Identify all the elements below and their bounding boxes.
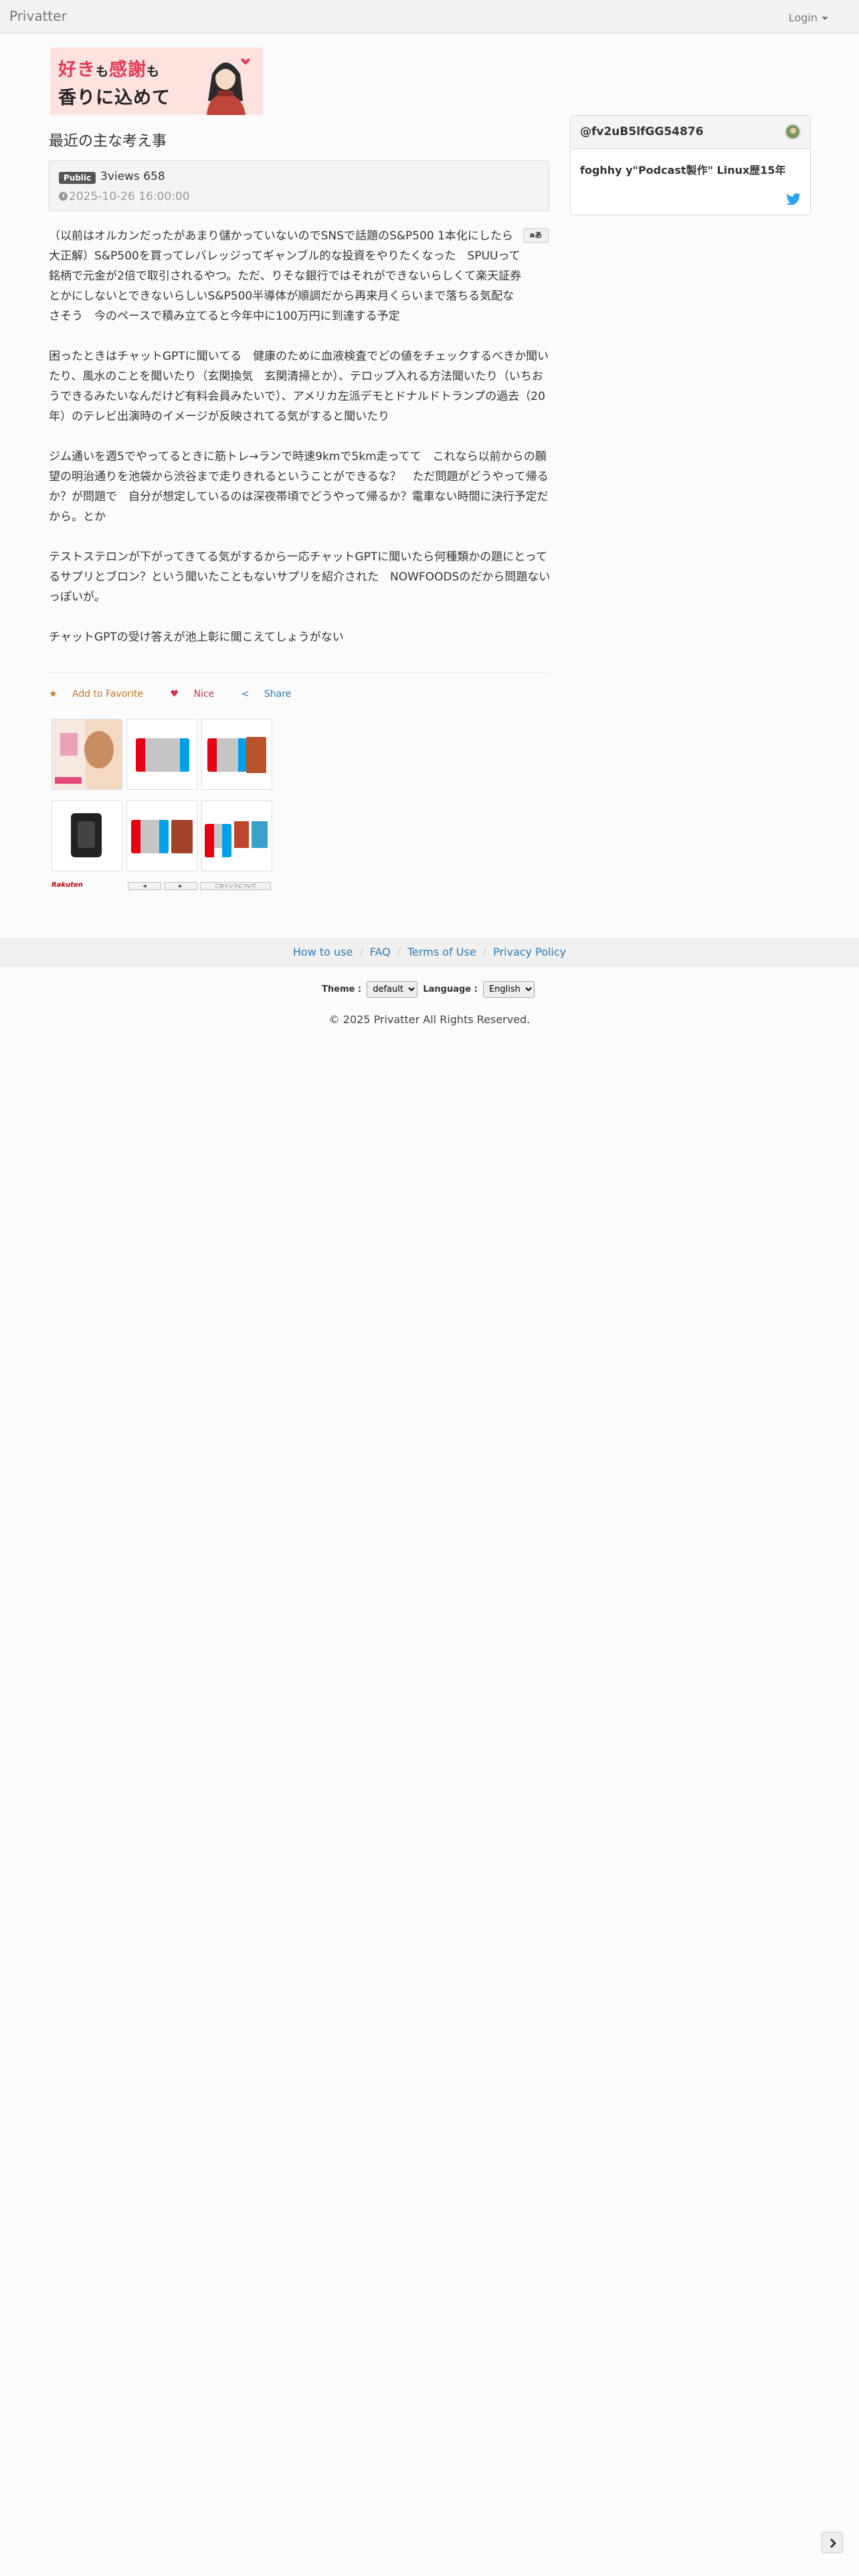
nice-button[interactable]: ♥ Nice [170, 689, 226, 700]
product-image [207, 738, 248, 772]
product-image [136, 738, 189, 772]
caret-down-icon [822, 17, 828, 20]
user-card-header: @fv2uB5lfGG54876 [571, 116, 810, 149]
nice-label: Nice [193, 689, 215, 700]
user-card: @fv2uB5lfGG54876 foghhy y"Podcast製作" Lin… [570, 115, 811, 215]
product-thumb[interactable] [201, 800, 272, 871]
footer-link-how-to-use[interactable]: How to use [293, 946, 353, 958]
product-image [131, 820, 169, 853]
avatar[interactable] [785, 124, 801, 140]
product-image [246, 737, 266, 773]
chevron-right-icon [830, 2538, 837, 2549]
add-favorite-button[interactable]: ★ Add to Favorite [49, 689, 155, 700]
login-dropdown[interactable]: Login [789, 11, 828, 24]
language-label: Language : [423, 984, 478, 994]
post-paragraph: チャットGPTの受け答えが池上彰に聞こえてしょうがない [49, 631, 344, 644]
post-date: 2025-10-26 16:00:00 [59, 190, 190, 203]
star-icon: ★ [49, 689, 58, 700]
ad-prev-button[interactable]: ◀ [128, 882, 161, 890]
separator: / [482, 946, 487, 958]
rakuten-logo: Rakuten [52, 881, 83, 889]
footer-link-faq[interactable]: FAQ [370, 946, 391, 958]
banner-word-1: 好き [58, 60, 96, 80]
favorite-label: Add to Favorite [72, 689, 144, 700]
language-select[interactable]: English [482, 981, 535, 998]
product-image [252, 821, 268, 848]
product-image [234, 821, 249, 848]
page-title: 最近の主な考え事 [49, 133, 167, 150]
banner-word-2: も [96, 64, 110, 79]
ad-next-button[interactable]: ▶ [164, 882, 197, 890]
clock-icon [59, 192, 68, 201]
theme-label: Theme : [322, 984, 362, 994]
footer-link-terms[interactable]: Terms of Use [407, 946, 476, 958]
share-button[interactable]: < Share [242, 689, 304, 700]
divider [49, 672, 549, 673]
brand-logo[interactable]: Privatter [9, 8, 67, 24]
navbar: Privatter Login [0, 0, 859, 33]
footer-link-privacy[interactable]: Privacy Policy [493, 946, 566, 958]
post-paragraph: （以前はオルカンだったがあまり儲かっていないのでSNSで話題のS&P500 1本… [49, 229, 522, 323]
product-image [205, 824, 231, 857]
banner-word-4: も [147, 64, 161, 79]
product-thumb[interactable] [52, 719, 122, 790]
post-date-text: 2025-10-26 16:00:00 [69, 190, 190, 203]
post-meta: Public 3views 658 2025-10-26 16:00:00 [49, 160, 549, 211]
twitter-icon[interactable] [786, 193, 801, 205]
illustration-girl [193, 47, 258, 115]
separator: / [397, 946, 401, 958]
share-label: Share [264, 689, 292, 700]
product-thumb[interactable] [52, 800, 122, 871]
banner-line-2: 香りに込めて [58, 88, 171, 108]
share-icon: < [241, 689, 250, 700]
view-count: 3views 658 [100, 170, 165, 183]
footer-links: How to use / FAQ / Terms of Use / Privacy Poli… [0, 938, 859, 966]
product-thumb[interactable] [201, 719, 272, 790]
settings-bar: Theme : default Language : English [0, 981, 859, 998]
post-paragraph: 困ったときはチャットGPTに聞いてる 健康のために血液検査でどの値をチェックする… [49, 350, 549, 423]
separator: / [359, 946, 363, 958]
ad-about-link[interactable]: このリンクについて [200, 882, 271, 890]
product-image [78, 821, 95, 848]
banner-word-3: 感謝 [109, 60, 147, 80]
copyright: © 2025 Privatter All Rights Reserved. [328, 1013, 531, 1026]
user-description: foghhy y"Podcast製作" Linux歴15年 [580, 164, 786, 177]
heart-icon: ♥ [170, 689, 179, 700]
product-image [52, 720, 122, 789]
user-handle[interactable]: @fv2uB5lfGG54876 [580, 125, 703, 138]
banner-ad[interactable]: 好きも感謝も 香りに込めて [50, 47, 263, 115]
post-paragraph: ジム通いを週5でやってるときに筋トレ→ランで時速9kmで5km走ってて これなら… [49, 450, 549, 524]
product-thumb[interactable] [126, 800, 197, 871]
post-body: （以前はオルカンだったがあまり儲かっていないのでSNSで話題のS&P500 1本… [49, 226, 551, 667]
post-paragraph: テストステロンが下がってきてる気がするから一応チャットGPTに聞いたら何種類かの… [49, 550, 551, 604]
login-label: Login [788, 11, 818, 24]
post-actions: ★ Add to Favorite ♥ Nice < Share [49, 689, 315, 700]
banner-text: 好きも感謝も 香りに込めて [58, 57, 171, 112]
product-image [171, 820, 193, 853]
scroll-button[interactable] [822, 2532, 843, 2553]
theme-select[interactable]: default [367, 981, 418, 998]
product-thumb[interactable] [126, 719, 197, 790]
visibility-badge: Public [59, 172, 96, 184]
